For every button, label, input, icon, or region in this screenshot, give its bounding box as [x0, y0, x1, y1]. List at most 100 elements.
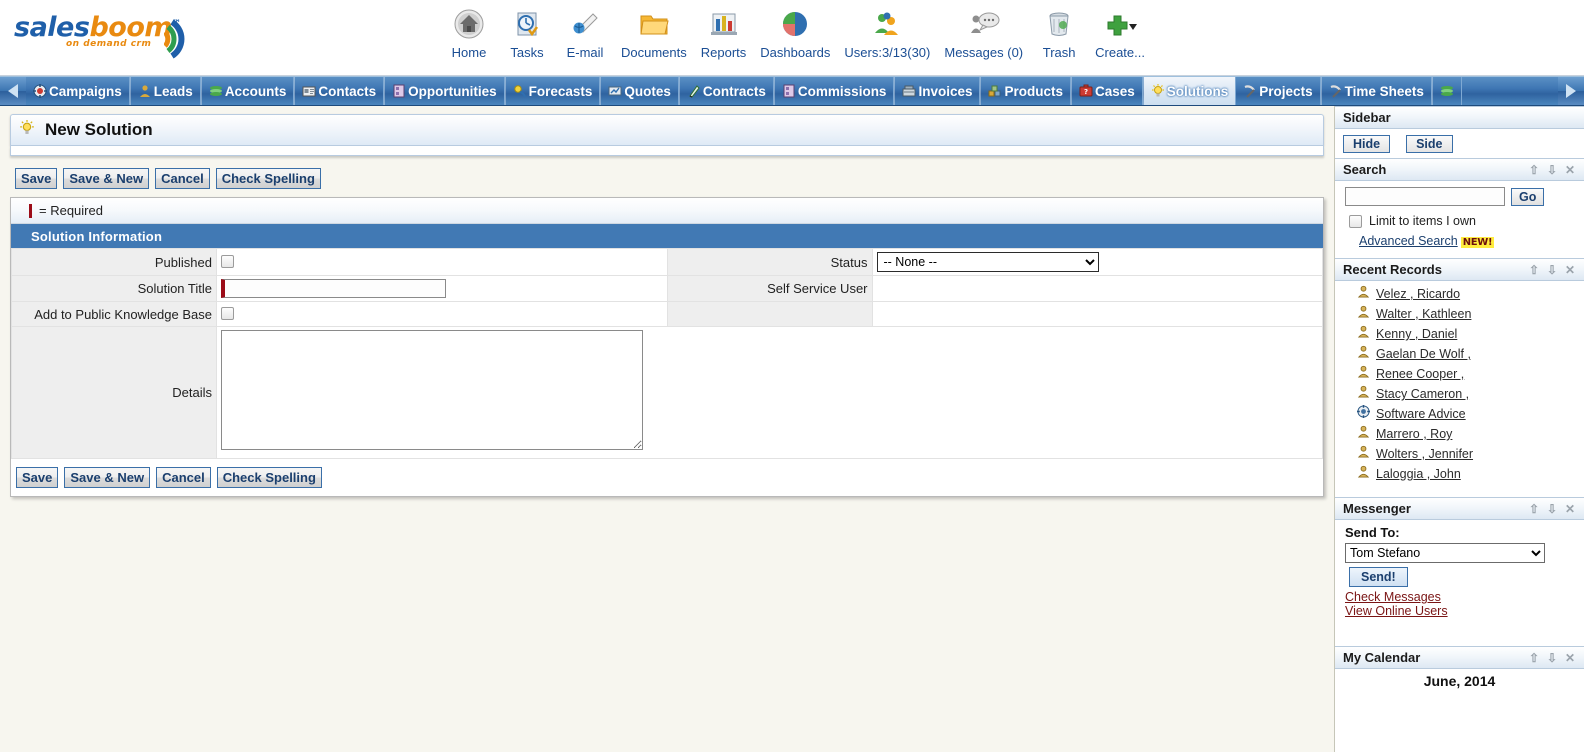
tab-contacts[interactable]: Contacts	[295, 77, 385, 105]
check-messages-link[interactable]: Check Messages	[1345, 590, 1584, 604]
limit-to-own-checkbox[interactable]	[1349, 214, 1362, 228]
search-go-button[interactable]: Go	[1511, 187, 1545, 206]
calendar-panel-header: My Calendar ⇧ ⇩ ✕	[1335, 646, 1584, 669]
topnav-item-reports[interactable]: Reports	[694, 4, 754, 60]
tab-overflow[interactable]	[1433, 77, 1462, 105]
topnav-item-users[interactable]: Users:3/13(30)	[837, 4, 937, 60]
advanced-search-link[interactable]: Advanced Search	[1359, 234, 1458, 248]
topnav-item-messages[interactable]: Messages (0)	[937, 4, 1030, 60]
list-item[interactable]: Gaelan De Wolf ,	[1335, 344, 1584, 364]
record-link[interactable]: Kenny , Daniel	[1376, 327, 1457, 341]
record-link[interactable]: Velez , Ricardo	[1376, 287, 1460, 301]
record-link[interactable]: Wolters , Jennifer	[1376, 447, 1473, 461]
list-item[interactable]: Laloggia , John	[1335, 464, 1584, 484]
tab-projects[interactable]: Projects	[1236, 77, 1321, 105]
search-input[interactable]	[1345, 187, 1505, 206]
send-to-label: Send To:	[1345, 525, 1400, 540]
close-icon[interactable]: ✕	[1562, 263, 1578, 277]
move-up-icon[interactable]: ⇧	[1526, 502, 1542, 516]
close-icon[interactable]: ✕	[1562, 502, 1578, 516]
record-link[interactable]: Renee Cooper ,	[1376, 367, 1464, 381]
move-down-icon[interactable]: ⇩	[1544, 651, 1560, 665]
status-select[interactable]: -- None --	[876, 252, 1099, 272]
tab-contracts[interactable]: Contracts	[680, 77, 774, 105]
move-down-icon[interactable]: ⇩	[1544, 263, 1560, 277]
view-online-users-link[interactable]: View Online Users	[1345, 604, 1584, 618]
save-button-top[interactable]: Save	[15, 168, 58, 189]
move-down-icon[interactable]: ⇩	[1544, 502, 1560, 516]
tab-time-sheets[interactable]: Time Sheets	[1322, 77, 1432, 105]
topnav-item-email[interactable]: E-mail	[556, 4, 614, 60]
save-and-new-button-top[interactable]: Save & New	[63, 168, 150, 189]
move-up-icon[interactable]: ⇧	[1526, 263, 1542, 277]
add-public-kb-checkbox[interactable]	[221, 307, 234, 321]
record-link[interactable]: Software Advice	[1376, 407, 1466, 421]
send-button[interactable]: Send!	[1349, 567, 1408, 587]
tab-campaigns[interactable]: Campaigns	[26, 77, 130, 105]
invoices-register-icon	[902, 84, 916, 98]
record-link[interactable]: Gaelan De Wolf ,	[1376, 347, 1471, 361]
tab-products[interactable]: Products	[981, 77, 1071, 105]
tab-leads[interactable]: Leads	[131, 77, 201, 105]
record-link[interactable]: Laloggia , John	[1376, 467, 1461, 481]
tab-quotes[interactable]: Quotes	[601, 77, 679, 105]
close-icon[interactable]: ✕	[1562, 163, 1578, 177]
solution-title-field	[216, 275, 668, 302]
save-and-new-button-bottom[interactable]: Save & New	[64, 467, 151, 488]
commissions-icon	[782, 84, 796, 98]
tab-forecasts[interactable]: Forecasts	[506, 77, 601, 105]
list-item[interactable]: Stacy Cameron ,	[1335, 384, 1584, 404]
tab-commissions[interactable]: Commissions	[775, 77, 895, 105]
contacts-card-icon	[302, 84, 316, 98]
record-link[interactable]: Stacy Cameron ,	[1376, 387, 1469, 401]
quotes-icon	[608, 84, 622, 98]
save-button-bottom[interactable]: Save	[16, 467, 59, 488]
list-item[interactable]: Velez , Ricardo	[1335, 284, 1584, 304]
trash-icon	[1037, 4, 1081, 44]
topnav-item-create[interactable]: Create...	[1088, 4, 1152, 60]
move-up-icon[interactable]: ⇧	[1526, 651, 1542, 665]
salesboom-logo[interactable]: salesboom™ on demand crm	[14, 14, 204, 62]
side-sidebar-button[interactable]: Side	[1406, 135, 1453, 153]
topnav-item-trash[interactable]: Trash	[1030, 4, 1088, 60]
published-checkbox[interactable]	[221, 255, 234, 269]
check-spelling-button-top[interactable]: Check Spelling	[215, 168, 321, 189]
tab-cases[interactable]: ? Cases	[1072, 77, 1143, 105]
stack-icon	[1440, 84, 1454, 98]
topnav-label: Documents	[621, 45, 687, 60]
list-item[interactable]: Walter , Kathleen	[1335, 304, 1584, 324]
list-item[interactable]: Marrero , Roy	[1335, 424, 1584, 444]
tab-opportunities[interactable]: Opportunities	[385, 77, 505, 105]
cancel-button-bottom[interactable]: Cancel	[156, 467, 211, 488]
details-textarea[interactable]	[221, 330, 643, 450]
check-spelling-button-bottom[interactable]: Check Spelling	[216, 467, 322, 488]
topnav-item-documents[interactable]: Documents	[614, 4, 694, 60]
tabs-scroll-right-button[interactable]	[1558, 77, 1584, 105]
tabs-scroll-left-button[interactable]	[0, 77, 26, 105]
email-icon	[563, 4, 607, 44]
move-up-icon[interactable]: ⇧	[1526, 163, 1542, 177]
sidebar-divider	[1335, 488, 1584, 497]
move-down-icon[interactable]: ⇩	[1544, 163, 1560, 177]
list-item[interactable]: Wolters , Jennifer	[1335, 444, 1584, 464]
tab-invoices[interactable]: Invoices	[895, 77, 981, 105]
tab-accounts[interactable]: Accounts	[202, 77, 295, 105]
folder-icon	[621, 4, 687, 44]
tab-solutions[interactable]: Solutions	[1143, 77, 1237, 105]
list-item[interactable]: Kenny , Daniel	[1335, 324, 1584, 344]
hide-sidebar-button[interactable]: Hide	[1343, 135, 1391, 153]
topnav-item-tasks[interactable]: Tasks	[498, 4, 556, 60]
record-link[interactable]: Marrero , Roy	[1376, 427, 1452, 441]
topnav-item-home[interactable]: Home	[440, 4, 498, 60]
topnav-item-dashboards[interactable]: Dashboards	[753, 4, 837, 60]
close-icon[interactable]: ✕	[1562, 651, 1578, 665]
send-to-select[interactable]: Tom Stefano	[1345, 543, 1545, 563]
sidebar-title: Sidebar	[1343, 110, 1391, 125]
cancel-button-top[interactable]: Cancel	[155, 168, 210, 189]
list-item[interactable]: Renee Cooper ,	[1335, 364, 1584, 384]
table-row: Solution Title Self Service User	[11, 275, 1323, 302]
record-link[interactable]: Walter , Kathleen	[1376, 307, 1471, 321]
solution-title-input[interactable]	[221, 279, 446, 298]
self-service-user-field[interactable]	[871, 275, 1323, 302]
list-item[interactable]: Software Advice	[1335, 404, 1584, 424]
